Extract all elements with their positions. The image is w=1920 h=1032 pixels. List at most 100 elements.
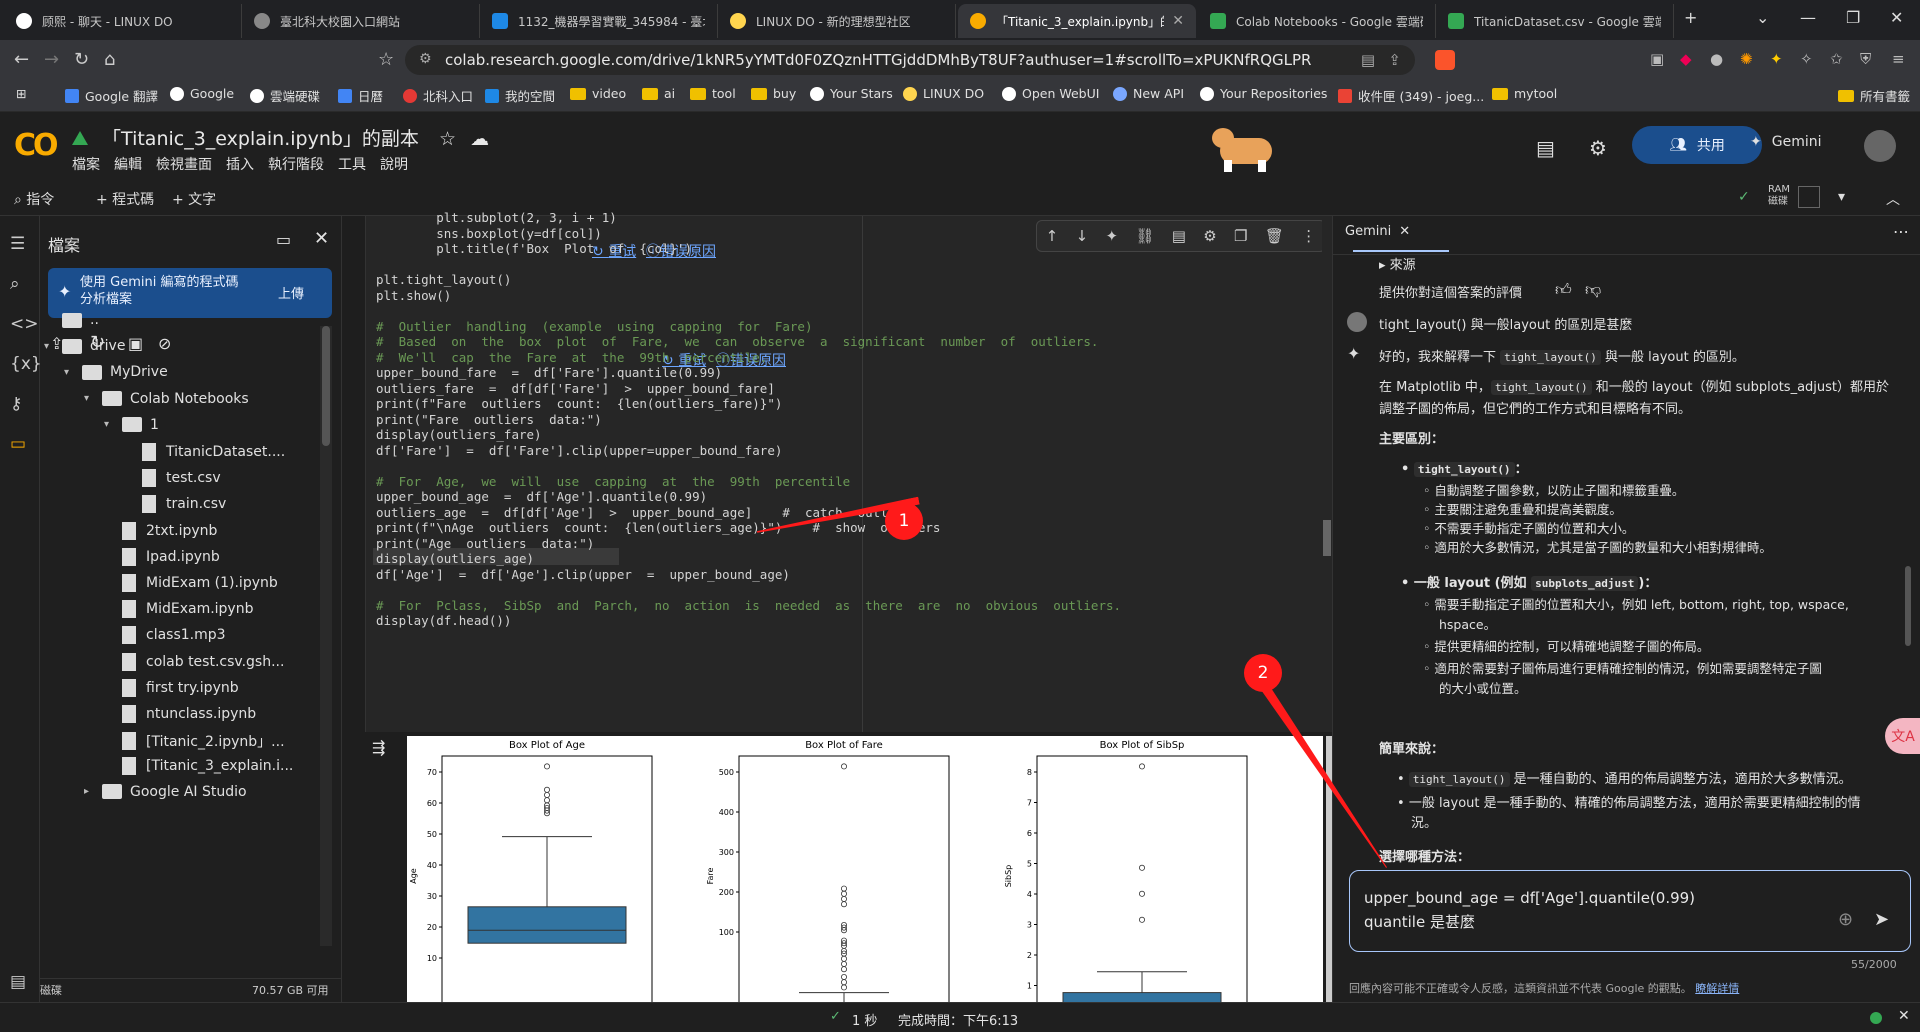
bookmark-item[interactable]: 日曆 bbox=[338, 86, 383, 105]
delete-icon[interactable]: 🗑︎ bbox=[1265, 227, 1284, 245]
bookmark-item[interactable]: Your Stars bbox=[810, 86, 893, 101]
scrollbar[interactable] bbox=[320, 326, 332, 946]
menu-icon[interactable]: ≡ bbox=[1892, 50, 1905, 68]
send-icon[interactable]: ➤ bbox=[1874, 909, 1889, 930]
variables-icon[interactable]: {x} bbox=[10, 354, 42, 374]
browser-tab[interactable]: LINUX DO - 新的理想型社区 bbox=[718, 4, 956, 38]
ai-icon[interactable]: ✩ bbox=[1830, 50, 1843, 68]
learn-more-link[interactable]: 瞭解詳情 bbox=[1695, 982, 1739, 995]
minimize-icon[interactable]: — bbox=[1800, 8, 1816, 27]
runtime-dropdown-icon[interactable]: ▾ bbox=[1838, 189, 1845, 205]
files-folder-icon[interactable]: ▭ bbox=[10, 434, 26, 454]
menu-file[interactable]: 檔案 bbox=[72, 154, 100, 174]
menu-tools[interactable]: 工具 bbox=[338, 154, 366, 174]
tab-search-icon[interactable]: ⌄ bbox=[1756, 8, 1769, 27]
back-icon[interactable]: ← bbox=[14, 49, 29, 70]
thumbs-down-icon[interactable]: 👎︎ bbox=[1585, 280, 1601, 300]
bookmark-folder[interactable]: buy bbox=[751, 86, 796, 101]
close-tab-icon[interactable]: ✕ bbox=[1172, 13, 1184, 29]
expand-arrow-icon[interactable]: ▾ bbox=[44, 341, 49, 352]
toc-icon[interactable]: ☰ bbox=[10, 234, 25, 254]
expand-arrow-icon[interactable]: ▾ bbox=[64, 367, 69, 378]
bookmark-item[interactable]: 北科入口 bbox=[403, 86, 473, 105]
close-status-icon[interactable]: ✕ bbox=[1898, 1008, 1910, 1024]
bookmark-folder[interactable]: mytool bbox=[1492, 86, 1557, 101]
bookmark-folder[interactable]: video bbox=[570, 86, 626, 101]
bookmark-item[interactable]: LINUX DO bbox=[903, 86, 984, 101]
gemini-prompt-input[interactable]: upper_bound_age = df['Age'].quantile(0.9… bbox=[1349, 870, 1911, 952]
file-item[interactable]: [Titanic_3_explain.i... bbox=[122, 757, 293, 776]
shield-icon[interactable]: ⛨ bbox=[1860, 50, 1871, 68]
apps-icon[interactable]: ⊞ bbox=[16, 86, 26, 101]
code-snippets-icon[interactable]: <> bbox=[10, 314, 39, 334]
home-icon[interactable]: ⌂ bbox=[104, 49, 115, 70]
close-panel-icon[interactable]: ✕ bbox=[314, 228, 329, 249]
expand-arrow-icon[interactable]: ▾ bbox=[84, 393, 89, 404]
cloud-icon[interactable]: ☁ bbox=[470, 128, 489, 150]
file-item[interactable]: Ipad.ipynb bbox=[122, 547, 220, 566]
collapse-header-icon[interactable]: ︿ bbox=[1886, 189, 1900, 209]
ext-icon-2[interactable]: ◆ bbox=[1680, 50, 1692, 68]
folder-item[interactable]: ▸ Google AI Studio bbox=[84, 784, 247, 800]
upload-button[interactable]: 上傳 bbox=[278, 283, 304, 302]
file-item[interactable]: TitanicDataset.... bbox=[142, 443, 285, 461]
thumbs-up-icon[interactable]: 👍︎ bbox=[1555, 280, 1572, 300]
file-item[interactable]: test.csv bbox=[142, 469, 221, 488]
mirror-icon[interactable]: ❐ bbox=[1234, 227, 1247, 245]
gemini-tab[interactable]: Gemini ✕ bbox=[1345, 224, 1410, 239]
file-item[interactable]: 2txt.ipynb bbox=[122, 521, 217, 540]
share-page-icon[interactable]: ⇪ bbox=[1388, 51, 1401, 69]
editor-scrollbar[interactable] bbox=[1322, 216, 1332, 732]
browser-tab[interactable]: Colab Notebooks - Google 雲端硬 bbox=[1198, 4, 1436, 38]
bookmark-folder[interactable]: ai bbox=[642, 86, 675, 101]
brave-icon[interactable] bbox=[1435, 50, 1455, 70]
add-attachment-icon[interactable]: ⊕ bbox=[1838, 909, 1853, 930]
more-icon[interactable]: ⋮ bbox=[1301, 227, 1316, 245]
ext-icon-4[interactable]: ✺ bbox=[1740, 50, 1753, 68]
avatar[interactable] bbox=[1864, 130, 1896, 162]
bookmark-item[interactable]: Google bbox=[170, 86, 234, 101]
file-item[interactable]: MidExam.ipynb bbox=[122, 600, 253, 619]
browser-tab[interactable]: 1132_機器學習實戰_345984 - 臺北 bbox=[480, 4, 718, 38]
reload-icon[interactable]: ↻ bbox=[74, 49, 89, 70]
mount-drive-icon[interactable]: ▣ bbox=[128, 334, 143, 353]
file-item[interactable]: [Titanic_2.ipynb」... bbox=[122, 731, 285, 751]
folder-item[interactable]: ▾ MyDrive bbox=[64, 364, 168, 380]
maximize-icon[interactable]: ❐ bbox=[1846, 8, 1860, 27]
add-text-button[interactable]: + 文字 bbox=[172, 189, 216, 209]
ram-disk-indicator[interactable]: RAM 磁碟 bbox=[1768, 184, 1790, 208]
gemini-sparkle-icon[interactable]: ✦ bbox=[1105, 227, 1118, 245]
menu-insert[interactable]: 插入 bbox=[226, 154, 254, 174]
expand-arrow-icon[interactable]: ▸ bbox=[84, 786, 89, 797]
colab-logo[interactable]: CO bbox=[14, 128, 58, 163]
comment-icon[interactable]: ▤ bbox=[1172, 227, 1186, 245]
bookmark-item[interactable]: Google 翻譯 bbox=[65, 86, 158, 105]
bookmark-item[interactable]: New API bbox=[1113, 86, 1184, 101]
menu-view[interactable]: 檢視畫面 bbox=[156, 154, 212, 174]
new-tab-icon[interactable]: + bbox=[1684, 8, 1697, 27]
add-code-button[interactable]: + 程式碼 bbox=[96, 189, 154, 209]
notebook-title[interactable]: 「Titanic_3_explain.ipynb」的副本 bbox=[102, 128, 419, 150]
url-bar[interactable]: ⚙ colab.research.google.com/drive/1kNR5y… bbox=[405, 45, 1415, 75]
gemini-upload-banner[interactable]: ✦ 使用 Gemini 編寫的程式碼 分析檔案 上傳 bbox=[48, 268, 332, 318]
more-options-icon[interactable]: ⋯ bbox=[1893, 222, 1909, 241]
ext-icon-5[interactable]: ✦ bbox=[1770, 50, 1783, 68]
gemini-button[interactable]: ✦ Gemini bbox=[1750, 134, 1822, 150]
browser-tab[interactable]: 顾熙 - 聊天 - LINUX DO bbox=[4, 4, 242, 38]
all-bookmarks[interactable]: 所有書籤 bbox=[1838, 86, 1910, 105]
floating-translate-icon[interactable]: 文A bbox=[1885, 718, 1920, 754]
file-item[interactable]: class1.mp3 bbox=[122, 626, 226, 645]
browser-tab-active[interactable]: 「Titanic_3_explain.ipynb」的 ✕ bbox=[958, 4, 1196, 38]
file-item[interactable]: train.csv bbox=[142, 495, 226, 514]
bookmark-item[interactable]: 收件匣 (349) - joeg... bbox=[1338, 86, 1484, 105]
move-down-icon[interactable]: ↓ bbox=[1076, 227, 1089, 245]
bookmark-icon[interactable]: ☆ bbox=[378, 49, 394, 70]
commands-button[interactable]: ⌕ 指令 bbox=[14, 189, 54, 209]
move-up-icon[interactable]: ↑ bbox=[1046, 227, 1059, 245]
close-window-icon[interactable]: ✕ bbox=[1890, 8, 1903, 27]
settings-gear-icon[interactable]: ⚙ bbox=[1589, 136, 1607, 160]
hide-files-icon[interactable]: ⊘ bbox=[158, 334, 171, 353]
bookmark-item[interactable]: 雲端硬碟 bbox=[250, 86, 320, 105]
output-actions-icon[interactable]: ⇶ bbox=[372, 738, 385, 757]
ext-icon-3[interactable]: ● bbox=[1710, 50, 1723, 68]
